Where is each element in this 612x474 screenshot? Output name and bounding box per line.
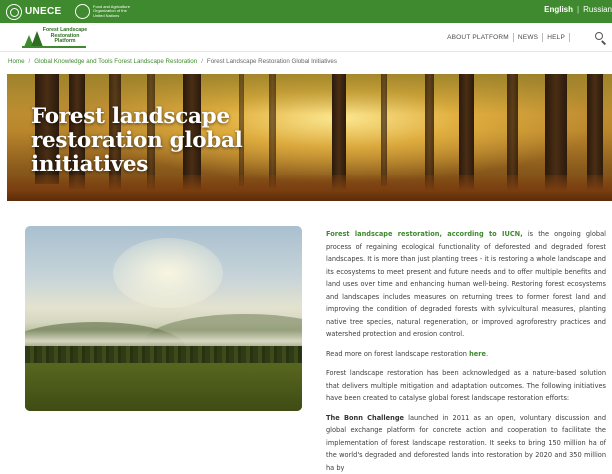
unece-logo[interactable]: UNECE xyxy=(6,3,62,20)
paragraph-bonn-challenge: The Bonn Challenge launched in 2011 as a… xyxy=(326,413,607,472)
breadcrumb-separator: / xyxy=(28,58,31,65)
paragraph-intro: Forest landscape restoration, according … xyxy=(326,228,606,341)
nav-about-platform[interactable]: ABOUT PLATFORM xyxy=(443,34,513,41)
lang-english[interactable]: English xyxy=(544,5,573,14)
breadcrumb-global-knowledge[interactable]: Global Knowledge and Tools Forest Landsc… xyxy=(34,58,197,65)
nav-help[interactable]: HELP xyxy=(543,34,569,41)
search-icon[interactable] xyxy=(594,31,608,45)
bonn-challenge-title: The Bonn Challenge xyxy=(326,413,405,422)
breadcrumb-separator: / xyxy=(201,58,203,65)
main-nav: ABOUT PLATFORM NEWS HELP xyxy=(443,33,570,42)
tree-trunk xyxy=(381,74,387,186)
breadcrumb-current: Forest Landscape Restoration Global Init… xyxy=(206,58,337,65)
breadcrumb: Home / Global Knowledge and Tools Forest… xyxy=(8,58,337,65)
top-bar: UNECE Food and Agriculture Organization … xyxy=(0,0,612,23)
intro-text: is the ongoing global process of regaini… xyxy=(326,230,606,338)
un-emblem-icon xyxy=(6,3,22,20)
fao-logo[interactable]: Food and Agriculture Organization of the… xyxy=(75,3,137,20)
fao-label: Food and Agriculture Organization of the… xyxy=(93,3,130,18)
landscape-image xyxy=(25,226,302,411)
paragraph-initiatives: Forest landscape restoration has been ac… xyxy=(326,369,606,402)
platform-logo[interactable]: Forest Landscape Restoration Platform xyxy=(22,27,92,49)
hero-banner: Forest landscape restoration global init… xyxy=(7,74,612,201)
breadcrumb-home[interactable]: Home xyxy=(8,58,25,65)
platform-name: Forest Landscape Restoration Platform xyxy=(42,27,88,45)
fao-emblem-icon xyxy=(75,4,90,19)
site-header: Forest Landscape Restoration Platform AB… xyxy=(0,23,612,52)
lang-russian[interactable]: Russian xyxy=(583,5,612,14)
language-switcher: English | Russian xyxy=(544,5,612,14)
lang-separator: | xyxy=(577,5,580,14)
read-more-link[interactable]: here xyxy=(469,350,486,358)
nav-news[interactable]: NEWS xyxy=(514,34,542,41)
unece-label: UNECE xyxy=(25,6,62,17)
nav-divider xyxy=(569,33,570,42)
iucn-definition-link[interactable]: Forest landscape restoration, according … xyxy=(326,230,523,238)
article-body: Forest landscape restoration, according … xyxy=(326,228,606,474)
page-title: Forest landscape restoration global init… xyxy=(31,104,243,177)
paragraph-read-more: Read more on forest landscape restoratio… xyxy=(326,349,489,358)
